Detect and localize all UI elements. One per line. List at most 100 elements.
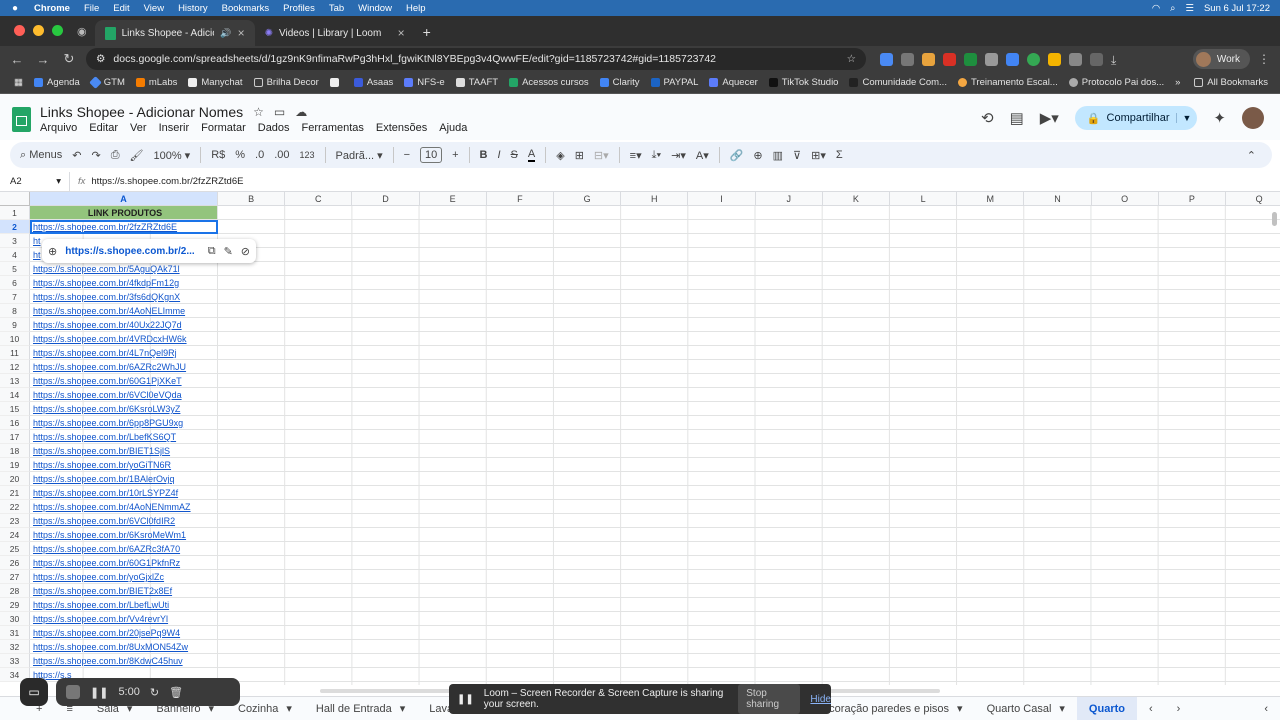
row-header[interactable]: 28 [0,584,30,598]
filter-icon[interactable]: ⊽ [793,149,801,162]
close-window-button[interactable] [14,25,25,36]
row-header[interactable]: 19 [0,458,30,472]
link-cell[interactable]: https://s.shopee.com.br/yoGjxlZc [30,570,218,584]
link-cell[interactable]: https://s.shopee.com.br/4VRDcxHW6k [30,332,218,346]
column-header-k[interactable]: K [822,192,890,206]
bookmark-agenda[interactable]: Agenda [33,77,80,88]
row-header[interactable]: 3 [0,234,30,248]
link-cell[interactable]: https://s.shopee.com.br/6KsroMeWm1 [30,528,218,542]
remove-link-icon[interactable]: ⊘ [241,245,250,258]
stop-sharing-button[interactable]: Stop sharing [738,684,801,714]
row-header[interactable]: 17 [0,430,30,444]
row-header[interactable]: 15 [0,402,30,416]
back-icon[interactable]: ← [4,52,30,67]
print-icon[interactable]: ⎙ [111,149,120,162]
all-bookmarks[interactable]: All Bookmarks [1194,77,1268,88]
mac-menu-chrome[interactable]: Chrome [34,3,70,14]
mac-menu-file[interactable]: File [84,3,99,14]
strikethrough-icon[interactable]: S [511,149,518,161]
extension-icon[interactable] [901,52,914,66]
insert-link-icon[interactable]: 🔗 [730,149,744,162]
sheet-tab-quarto[interactable]: Quarto [1076,697,1137,720]
row-header[interactable]: 14 [0,388,30,402]
row-header[interactable]: 26 [0,556,30,570]
mac-menu-edit[interactable]: Edit [113,3,129,14]
mac-menu-view[interactable]: View [144,3,164,14]
row-header[interactable]: 22 [0,500,30,514]
menu-formatar[interactable]: Formatar [201,122,246,134]
menus-search[interactable]: ⌕ Menus [20,149,62,162]
column-header-f[interactable]: F [486,192,554,206]
row-header[interactable]: 23 [0,514,30,528]
link-cell[interactable]: https://s.shopee.com.br/4L7nQel9Rj [30,346,218,360]
link-cell[interactable]: https://s.shopee.com.br/8UxMON54Zw [30,640,218,654]
bookmark-brilha-decor[interactable]: Brilha Decor [253,77,319,88]
row-header[interactable]: 27 [0,570,30,584]
tab-loom-videos[interactable]: ✺ Videos | Library | Loom × [255,20,415,46]
insert-chart-icon[interactable]: ▥ [773,149,783,162]
more-icon[interactable]: ⋮ [1258,52,1270,66]
star-icon[interactable]: ☆ [253,105,264,119]
control-center-icon[interactable]: ☰ [1185,3,1194,14]
row-header[interactable]: 16 [0,416,30,430]
more-bookmarks-icon[interactable]: » [1175,77,1180,88]
bookmark-gtm[interactable]: GTM [88,76,125,89]
row-header[interactable]: 20 [0,472,30,486]
bookmark-taaft[interactable]: TAAFT [455,77,498,88]
row-header[interactable]: 31 [0,626,30,640]
sheet-tab-quarto-casal[interactable]: Quarto Casal ▾ [975,702,1077,716]
restart-icon[interactable]: ↻ [150,686,159,699]
bookmark-mlabs[interactable]: mLabs [135,77,177,88]
doc-title[interactable]: Links Shopee - Adicionar Nomes [40,104,243,120]
link-cell[interactable]: https://s.shopee.com.br/4fkdpFm12g [30,276,218,290]
new-tab-icon[interactable]: + [423,24,431,40]
text-wrap-icon[interactable]: ⇥▾ [671,149,686,162]
apps-grid-icon[interactable]: ▦ [14,77,23,88]
mac-clock[interactable]: Sun 6 Jul 17:22 [1204,3,1270,14]
menu-inserir[interactable]: Inserir [159,122,190,134]
pause-icon[interactable]: ❚❚ [90,686,108,699]
link-cell[interactable]: https://s.shopee.com.br/6VCl0eVQda [30,388,218,402]
bookmark-nfse[interactable]: NFS-e [404,77,445,88]
mac-menu-bookmarks[interactable]: Bookmarks [222,3,270,14]
row-header[interactable]: 6 [0,276,30,290]
percent-format-button[interactable]: % [235,149,245,161]
link-cell[interactable]: https://s.shopee.com.br/yoGiTN6R [30,458,218,472]
bookmark-clarity[interactable]: Clarity [599,77,640,88]
link-cell[interactable]: https://s.shopee.com.br/5AguQAk71l [30,262,218,276]
chevron-down-icon[interactable]: ▾ [56,176,61,187]
merge-cells-icon[interactable]: ⊟▾ [594,149,609,162]
column-header-g[interactable]: G [554,192,622,206]
row-header[interactable]: 21 [0,486,30,500]
font-size-input[interactable]: 10 [420,147,443,163]
font-size-decrease-icon[interactable]: − [404,149,410,161]
gemini-icon[interactable]: ✦ [1213,109,1226,127]
download-icon[interactable]: ⤓ [1111,53,1116,67]
link-cell[interactable]: https://s.shopee.com.br/40Ux22JQ7d [30,318,218,332]
column-header-a[interactable]: A [30,192,218,206]
chevron-left-icon[interactable]: ‹ [1137,703,1165,715]
bookmark-protocolo[interactable]: Protocolo Pai dos... [1068,77,1164,88]
link-cell[interactable]: https://s.shopee.com.br/6AZRc3fA70 [30,542,218,556]
row-header[interactable]: 32 [0,640,30,654]
row-header[interactable]: 24 [0,528,30,542]
version-history-icon[interactable]: ⟲ [981,109,994,127]
column-header-m[interactable]: M [957,192,1025,206]
select-all-corner[interactable] [0,192,30,206]
address-bar[interactable]: ⚙ docs.google.com/spreadsheets/d/1gz9nK9… [86,48,866,70]
hide-banner-link[interactable]: Hide [810,694,831,705]
extension-icon[interactable] [985,52,998,66]
vertical-scrollbar[interactable] [1272,212,1277,226]
more-formats-button[interactable]: 123 [300,150,315,160]
audio-icon[interactable]: 🔊 [220,28,231,39]
minimize-window-button[interactable] [33,25,44,36]
mac-menu-window[interactable]: Window [358,3,392,14]
collapse-toolbar-icon[interactable]: ⌃ [1247,149,1256,162]
move-folder-icon[interactable]: ▭ [274,105,285,119]
bookmark-acessos-cursos[interactable]: Acessos cursos [509,77,589,88]
currency-format-button[interactable]: R$ [211,149,225,161]
extension-icon[interactable] [1048,52,1061,66]
bookmark-u[interactable] [329,78,343,87]
column-header-o[interactable]: O [1091,192,1159,206]
link-cell[interactable]: https://s.shopee.com.br/60G1PjXKeT [30,374,218,388]
